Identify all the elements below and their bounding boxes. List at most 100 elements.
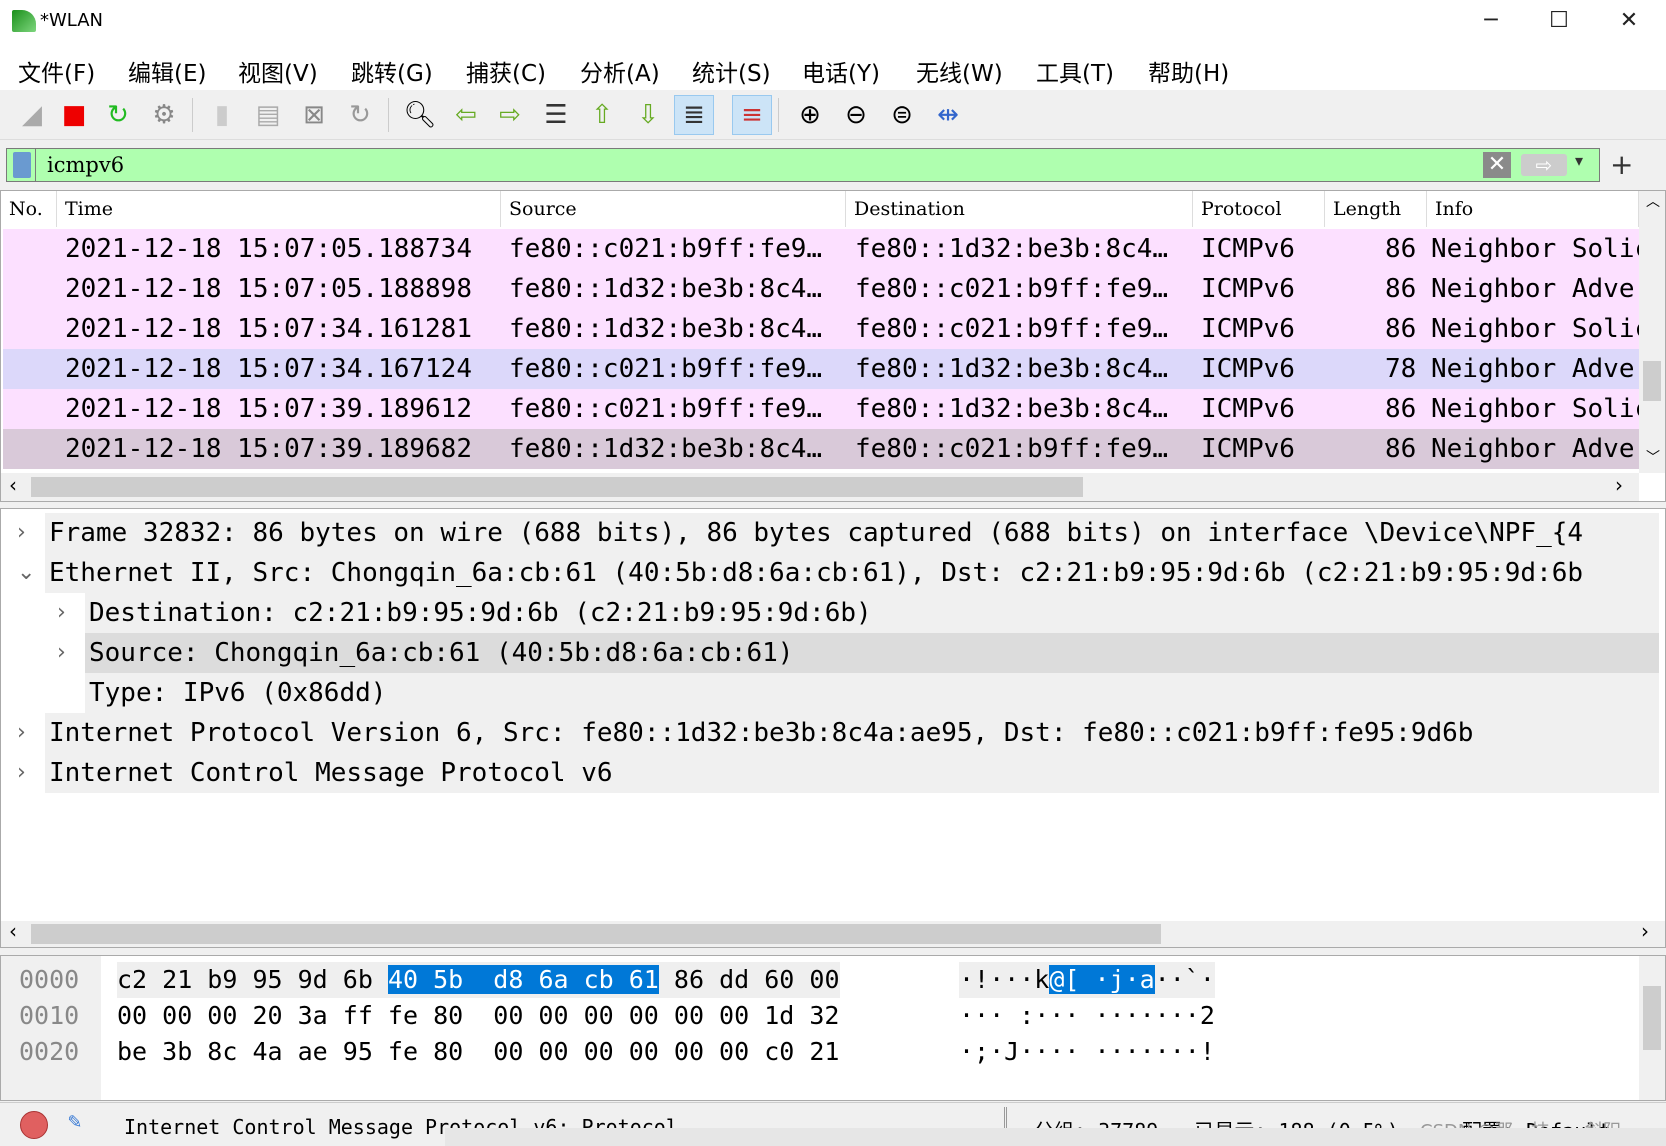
menu-item[interactable]: 文件(F) (12, 50, 101, 92)
hex-bytes[interactable]: c2 21 b9 95 9d 6b 40 5b d8 6a cb 61 86 d… (117, 962, 840, 998)
details-horizontal-scrollbar[interactable]: ‹ › (1, 919, 1665, 947)
packet-row[interactable]: 2021-12-18 15:07:39.189682 fe80::1d32:be3… (3, 429, 1639, 469)
expert-info-icon[interactable] (20, 1111, 48, 1139)
menu-item[interactable]: 捕获(C) (460, 50, 552, 92)
maximize-button[interactable]: ☐ (1528, 4, 1590, 38)
detail-row[interactable]: Destination: c2:21:b9:95:9d:6b (c2:21:b9… (89, 593, 1661, 633)
cell-time: 2021-12-18 15:07:05.188734 (65, 234, 472, 264)
packet-row[interactable]: 2021-12-18 15:07:05.188898 fe80::1d32:be3… (3, 269, 1639, 309)
ascii-apost: ··`· (1154, 965, 1215, 994)
clear-filter-button[interactable]: ✕ (1483, 152, 1511, 178)
chevron-right-icon[interactable]: › (57, 633, 66, 673)
packet-row[interactable]: 2021-12-18 15:07:34.161281 fe80::1d32:be3… (3, 309, 1639, 349)
toolbar-separator (192, 98, 193, 132)
cell-time: 2021-12-18 15:07:39.189682 (65, 434, 472, 464)
menu-item[interactable]: 电话(Y) (796, 50, 886, 92)
column-header-protocol[interactable]: Protocol (1193, 191, 1325, 227)
detail-row[interactable]: Internet Protocol Version 6, Src: fe80::… (49, 713, 1661, 753)
restart-capture-icon[interactable]: ↻ (98, 95, 138, 135)
column-header-time[interactable]: Time (57, 191, 501, 227)
detail-row[interactable]: Frame 32832: 86 bytes on wire (688 bits)… (49, 513, 1661, 553)
zoom-in-icon[interactable]: ⊕ (790, 95, 830, 135)
filter-history-dropdown[interactable]: ▾ (1575, 151, 1583, 170)
column-header-no[interactable]: No. (1, 191, 57, 227)
reload-file-icon[interactable]: ↻ (340, 95, 380, 135)
detail-row[interactable]: Ethernet II, Src: Chongqin_6a:cb:61 (40:… (49, 553, 1661, 593)
menu-item[interactable]: 帮助(H) (1142, 50, 1235, 92)
menu-item[interactable]: 统计(S) (686, 50, 777, 92)
display-filter-input[interactable] (47, 151, 1467, 179)
zoom-out-icon[interactable]: ⊖ (836, 95, 876, 135)
column-header-source[interactable]: Source (501, 191, 846, 227)
packet-list-horizontal-scrollbar[interactable]: ‹ › (1, 473, 1639, 501)
minimize-button[interactable]: ─ (1460, 4, 1522, 38)
packet-row[interactable]: 2021-12-18 15:07:05.188734 fe80::c021:b9f… (3, 229, 1639, 269)
cell-len: 78 (1385, 354, 1417, 384)
stop-capture-icon[interactable]: ■ (54, 95, 94, 135)
last-packet-icon[interactable]: ⇩ (628, 95, 668, 135)
menu-item[interactable]: 视图(V) (232, 50, 324, 92)
save-file-icon[interactable]: ▤ (248, 95, 288, 135)
normal-size-icon[interactable]: ⊜ (882, 95, 922, 135)
chevron-right-icon[interactable]: › (17, 713, 26, 753)
shark-fin-start-icon[interactable]: ◢ (12, 95, 52, 135)
menu-item[interactable]: 工具(T) (1030, 50, 1120, 92)
packet-row[interactable]: 2021-12-18 15:07:34.167124 fe80::c021:b9f… (3, 349, 1639, 389)
detail-row[interactable]: Type: IPv6 (0x86dd) (89, 673, 1661, 713)
hex-bytes[interactable]: be 3b 8c 4a ae 95 fe 80 00 00 00 00 00 0… (117, 1034, 839, 1070)
cell-proto: ICMPv6 (1201, 434, 1295, 464)
bookmark-icon[interactable] (13, 152, 31, 178)
cell-info: Neighbor Solicitation (1431, 394, 1639, 424)
go-to-packet-icon[interactable]: ☰ (536, 95, 576, 135)
packet-row[interactable]: 2021-12-18 15:07:39.189612 fe80::c021:b9f… (3, 389, 1639, 429)
resize-columns-icon[interactable]: ⇹ (928, 95, 968, 135)
window-title: *WLAN (40, 10, 104, 31)
close-file-icon[interactable]: ⊠ (294, 95, 334, 135)
cell-dst: fe80::1d32:be3b:8c4… (855, 394, 1169, 424)
find-packet-icon[interactable]: 🔍︎ (400, 95, 440, 135)
cell-len: 86 (1385, 434, 1417, 464)
menu-item[interactable]: 分析(A) (574, 50, 666, 92)
detail-row[interactable]: Source: Chongqin_6a:cb:61 (40:5b:d8:6a:c… (89, 633, 1661, 673)
hex-sel: 40 5b d8 6a cb 61 (387, 965, 659, 994)
bytes-vertical-scrollbar[interactable] (1639, 956, 1665, 1100)
detail-text: Destination: c2:21:b9:95:9d:6b (c2:21:b9… (89, 598, 872, 628)
capture-options-icon[interactable]: ⚙ (144, 95, 184, 135)
apply-filter-button[interactable]: ⇨ (1521, 154, 1567, 176)
packet-list-vertical-scrollbar[interactable]: ︿ ﹀ (1639, 191, 1665, 473)
edit-comment-icon[interactable]: ✎ (68, 1109, 81, 1134)
add-filter-button[interactable]: + (1610, 148, 1633, 181)
column-header-length[interactable]: Length (1325, 191, 1427, 227)
ascii-bytes[interactable]: ·!···k@[ ·j·a··`· (959, 962, 1215, 998)
menu-item[interactable]: 编辑(E) (122, 50, 212, 92)
detail-text: Internet Control Message Protocol v6 (49, 758, 613, 788)
cell-src: fe80::1d32:be3b:8c4… (509, 274, 823, 304)
hex-offset: 0000 (19, 965, 80, 994)
menu-item[interactable]: 无线(W) (910, 50, 1009, 92)
chevron-right-icon[interactable]: › (57, 593, 66, 633)
hex-bytes[interactable]: 00 00 00 20 3a ff fe 80 00 00 00 00 00 0… (117, 998, 839, 1034)
chevron-right-icon[interactable]: › (17, 513, 26, 553)
go-forward-icon[interactable]: ⇨ (490, 95, 530, 135)
ascii-bytes[interactable]: ··· :··· ·······2 (959, 998, 1215, 1034)
cell-info: Neighbor Solicitation (1431, 234, 1639, 264)
detail-text: Type: IPv6 (0x86dd) (89, 678, 387, 708)
ascii-bytes[interactable]: ·;·J···· ·······! (959, 1034, 1215, 1070)
chevron-down-icon[interactable]: ⌄ (17, 553, 35, 593)
column-header-info[interactable]: Info (1427, 191, 1639, 227)
open-file-icon[interactable]: ▮ (202, 95, 242, 135)
cell-info: Neighbor Advertisement (1431, 274, 1639, 304)
colorize-icon[interactable]: ≡ (732, 95, 772, 135)
menu-item[interactable]: 跳转(G) (345, 50, 439, 92)
first-packet-icon[interactable]: ⇧ (582, 95, 622, 135)
column-header-destination[interactable]: Destination (846, 191, 1193, 227)
cell-src: fe80::c021:b9ff:fe9… (509, 354, 823, 384)
packet-details: ‹ › Frame 32832: 86 bytes on wire (688 b… (0, 508, 1666, 948)
go-back-icon[interactable]: ⇦ (446, 95, 486, 135)
hex-offset: 0010 (19, 1001, 80, 1030)
detail-row[interactable]: Internet Control Message Protocol v6 (49, 753, 1661, 793)
chevron-right-icon[interactable]: › (17, 753, 26, 793)
cell-info: Neighbor Solicitation (1431, 314, 1639, 344)
close-button[interactable]: ✕ (1598, 4, 1660, 38)
autoscroll-icon[interactable]: ≣ (674, 95, 714, 135)
